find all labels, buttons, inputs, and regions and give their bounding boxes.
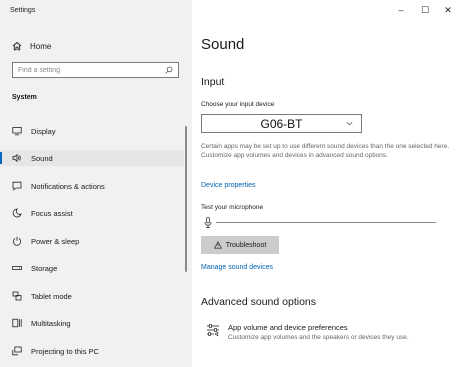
search-input[interactable] [18, 66, 165, 74]
sidebar-item-label: Storage [31, 263, 58, 273]
window-title: Settings [10, 7, 36, 14]
sidebar-item-focus-assist[interactable]: Focus assist [0, 205, 184, 221]
storage-icon [12, 266, 22, 271]
test-microphone-label: Test your microphone [201, 204, 264, 211]
input-description: Certain apps may be set up to use differ… [201, 143, 450, 159]
mixer-icon [207, 324, 219, 337]
input-device-select[interactable]: G06-BT [201, 114, 362, 133]
home-link[interactable]: Home [12, 40, 51, 52]
sidebar-item-tablet-mode[interactable]: Tablet mode [0, 288, 184, 304]
sidebar-item-display[interactable]: Display [0, 123, 184, 139]
sidebar-item-label: Notifications & actions [31, 181, 105, 191]
maximize-button[interactable]: ☐ [418, 4, 432, 16]
section-label-system: System [12, 94, 37, 101]
pref-text: App volume and device preferences Custom… [228, 320, 409, 341]
sidebar-item-storage[interactable]: Storage [0, 260, 184, 276]
home-label: Home [30, 41, 52, 51]
speaker-icon [12, 153, 21, 163]
sidebar-item-sound[interactable]: Sound [0, 150, 184, 166]
input-heading: Input [201, 76, 225, 88]
sidebar-item-multitasking[interactable]: Multitasking [0, 315, 184, 331]
sidebar: Settings Home System Display Sound Notif… [0, 0, 192, 367]
troubleshoot-label: Troubleshoot [225, 241, 267, 249]
app-volume-preferences[interactable]: App volume and device preferences Custom… [206, 320, 451, 344]
chevron-down-icon [346, 121, 353, 126]
sidebar-item-label: Display [31, 126, 56, 136]
microphone-level-meter [204, 216, 436, 228]
sidebar-item-label: Tablet mode [31, 291, 72, 301]
notifications-icon [12, 181, 22, 191]
microphone-icon [204, 216, 212, 228]
multitasking-icon [12, 318, 22, 328]
troubleshoot-button[interactable]: Troubleshoot [201, 236, 279, 254]
warning-icon [213, 241, 222, 249]
selected-device: G06-BT [260, 116, 303, 131]
close-button[interactable]: ✕ [441, 4, 455, 16]
minimize-button[interactable]: – [394, 4, 408, 16]
choose-input-label: Choose your input device [201, 101, 275, 108]
sidebar-item-label: Projecting to this PC [31, 346, 99, 356]
sidebar-item-label: Focus assist [31, 208, 73, 218]
sidebar-item-power-sleep[interactable]: Power & sleep [0, 233, 184, 249]
projecting-icon [12, 346, 22, 356]
search-box[interactable] [12, 62, 179, 78]
sidebar-item-label: Sound [31, 153, 53, 163]
tablet-mode-icon [12, 291, 22, 301]
sidebar-item-label: Power & sleep [31, 236, 80, 246]
pref-subtitle: Customize app volumes and the speakers o… [228, 334, 409, 341]
mic-meter-track [216, 221, 436, 223]
moon-icon [12, 208, 22, 218]
manage-sound-devices-link[interactable]: Manage sound devices [201, 264, 273, 271]
advanced-heading: Advanced sound options [201, 296, 317, 308]
sidebar-item-notifications[interactable]: Notifications & actions [0, 178, 184, 194]
device-properties-link[interactable]: Device properties [201, 182, 255, 189]
search-icon [165, 66, 173, 74]
sidebar-item-label: Multitasking [31, 318, 71, 328]
power-icon [12, 236, 22, 246]
display-icon [12, 127, 22, 136]
page-title: Sound [201, 36, 245, 53]
main-content: – ☐ ✕ Sound Input Choose your input devi… [192, 0, 461, 367]
home-icon [12, 41, 22, 51]
pref-title: App volume and device preferences [228, 323, 348, 332]
sidebar-scrollbar[interactable] [185, 126, 187, 272]
sidebar-item-projecting[interactable]: Projecting to this PC [0, 343, 184, 359]
